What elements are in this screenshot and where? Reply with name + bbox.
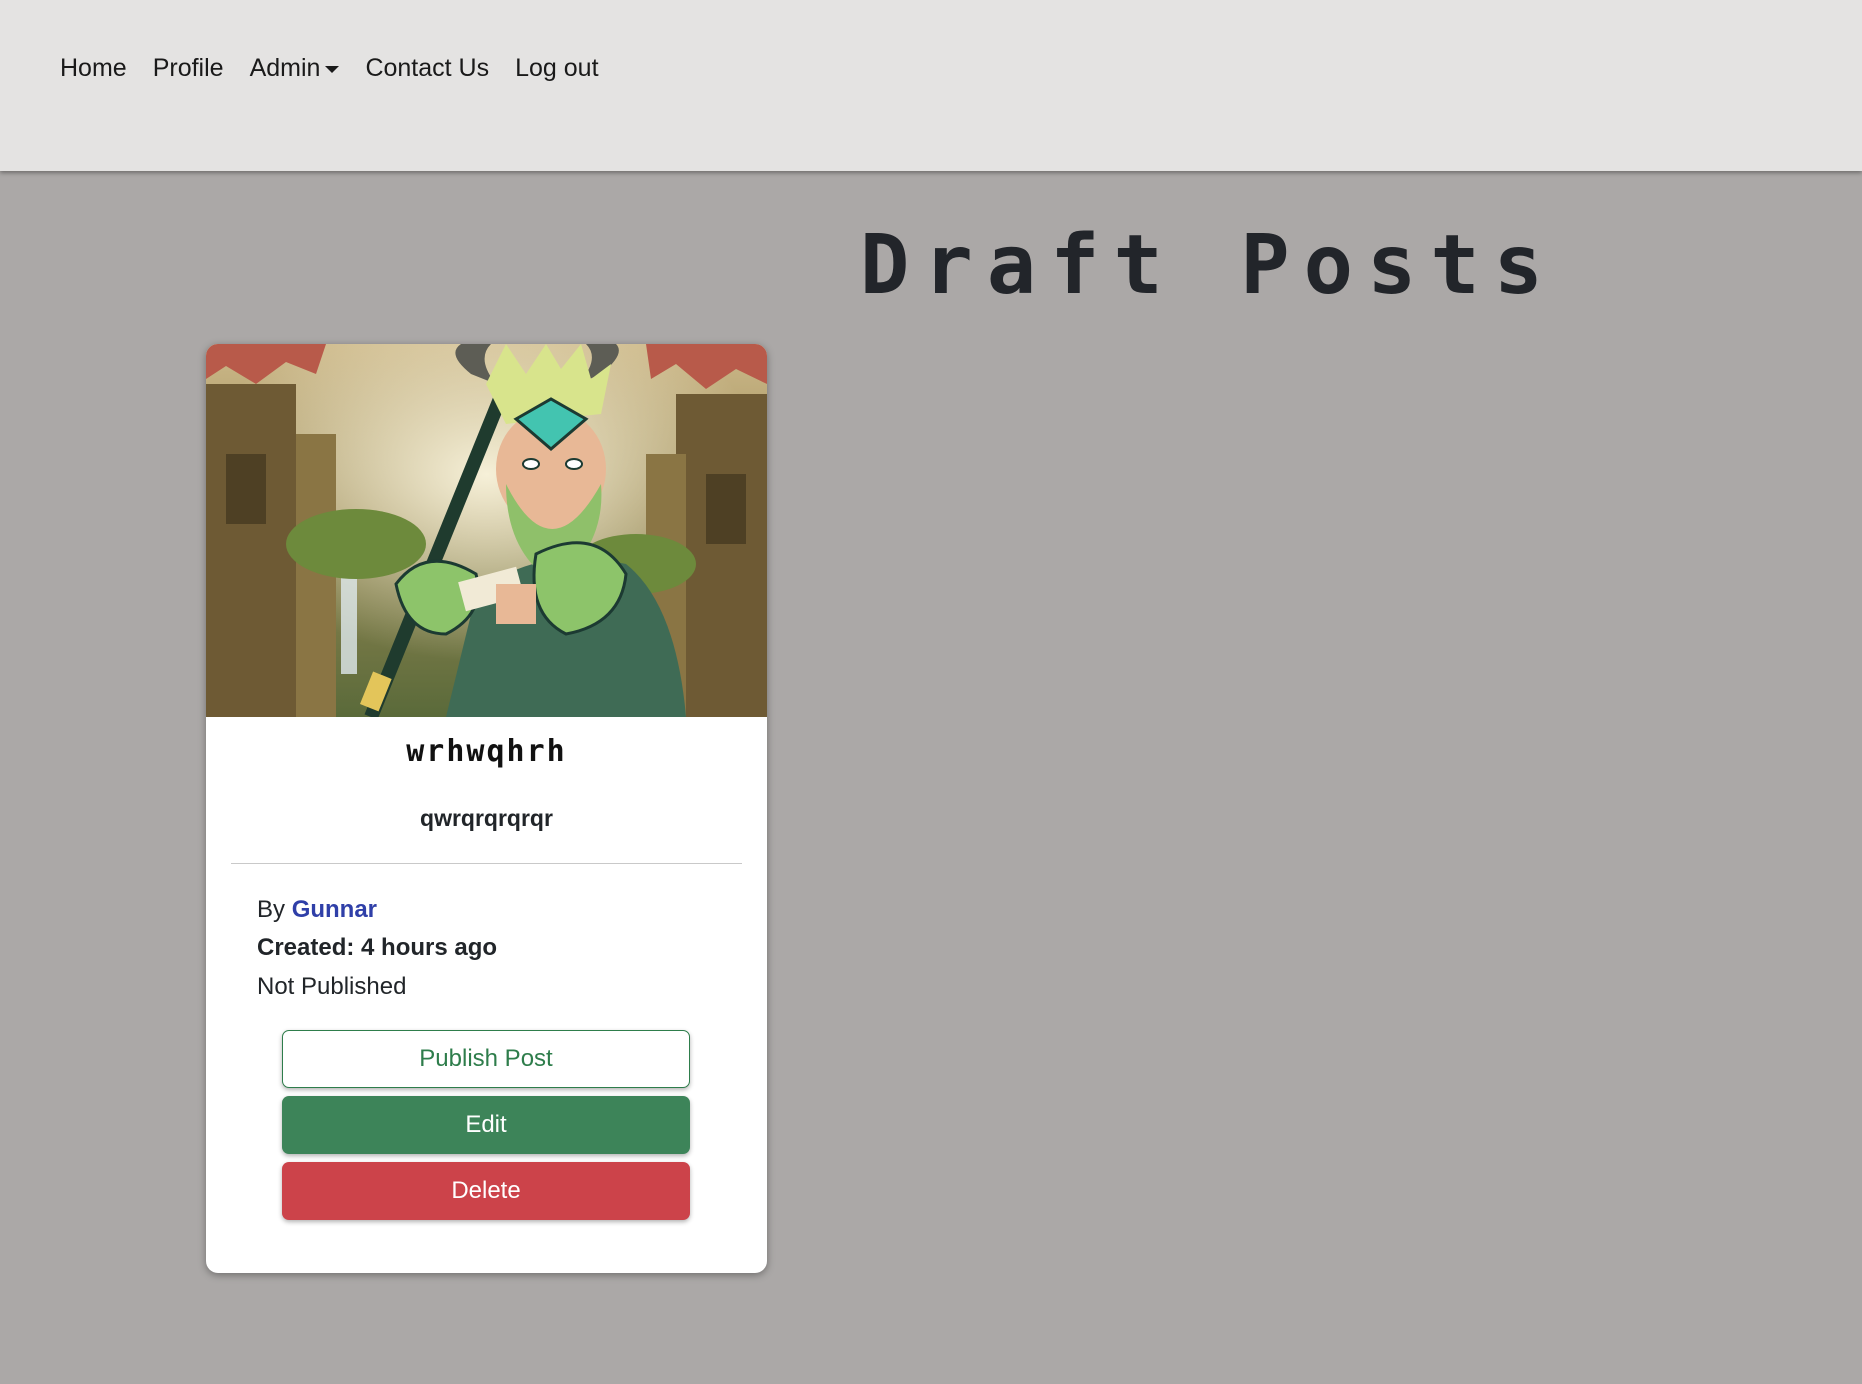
- post-status: Not Published: [257, 973, 407, 1000]
- edit-button[interactable]: Edit: [282, 1096, 690, 1154]
- post-author-line: By Gunnar: [257, 895, 377, 925]
- nav-admin-dropdown[interactable]: Admin: [250, 50, 340, 86]
- nav-logout-link[interactable]: Log out: [515, 50, 598, 86]
- post-created: Created: 4 hours ago: [257, 934, 498, 961]
- post-card: wrhwqhrh qwrqrqrqrqr By Gunnar Created: …: [206, 344, 767, 1273]
- author-link[interactable]: Gunnar: [292, 896, 377, 923]
- author-prefix: By: [257, 896, 286, 923]
- nav-home-link[interactable]: Home: [60, 50, 127, 86]
- nav-profile-link[interactable]: Profile: [153, 50, 224, 86]
- post-title: wrhwqhrh: [406, 734, 567, 769]
- nav-admin-label: Admin: [249, 54, 321, 82]
- caret-down-icon: [325, 65, 340, 73]
- page-title: Draft Posts: [860, 218, 1558, 313]
- delete-button[interactable]: Delete: [282, 1162, 690, 1220]
- top-navbar: Home Profile Admin Contact Us Log out: [0, 0, 1862, 171]
- publish-post-button[interactable]: Publish Post: [282, 1030, 690, 1088]
- post-image: [206, 344, 767, 717]
- nav-list: Home Profile Admin Contact Us Log out: [60, 50, 625, 86]
- card-divider: [231, 863, 742, 864]
- post-subtitle: qwrqrqrqrqr: [420, 805, 553, 831]
- nav-contact-link[interactable]: Contact Us: [365, 50, 489, 86]
